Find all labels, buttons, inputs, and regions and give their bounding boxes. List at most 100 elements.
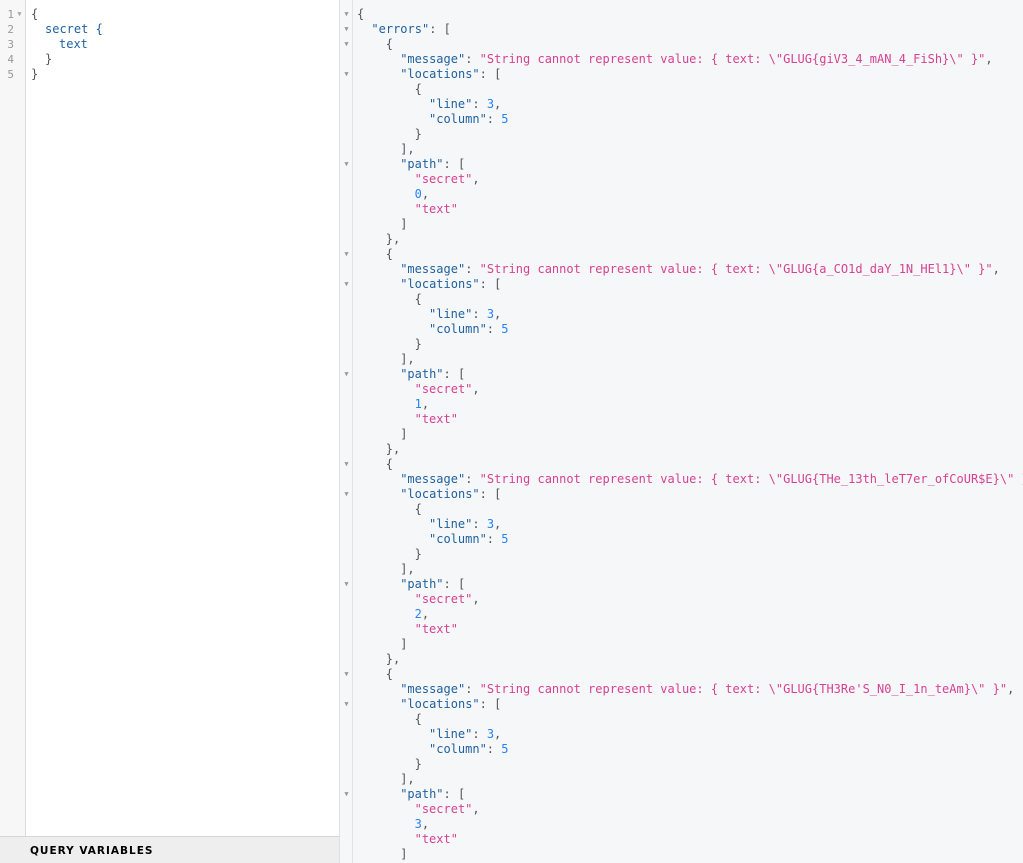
json-token: : [472, 517, 487, 531]
json-token: : [486, 112, 502, 126]
json-token: , [494, 727, 502, 741]
json-token: ] [400, 847, 408, 861]
json-line: "secret", [415, 802, 480, 817]
fold-arrow-icon[interactable]: ▼ [342, 67, 351, 82]
json-line: "column": 5 [429, 112, 508, 127]
fold-arrow-icon[interactable]: ▼ [342, 277, 351, 292]
json-key-locations: "locations" [400, 487, 480, 501]
query-line[interactable]: secret { [45, 22, 103, 37]
json-key-message: "message" [400, 52, 466, 66]
column-value: 5 [501, 322, 509, 336]
fold-arrow-icon[interactable]: ▼ [342, 487, 351, 502]
json-line: ] [400, 847, 407, 862]
json-token: }, [385, 652, 401, 666]
json-key-column: "column" [429, 532, 487, 546]
json-line: } [415, 127, 422, 142]
column-value: 5 [501, 742, 509, 756]
json-line: "line": 3, [429, 727, 501, 742]
json-key-path: "path" [400, 787, 444, 801]
query-editor[interactable]: 1 2 3 4 5 ▼ { secret { text } } QUERY VA… [0, 0, 340, 863]
line-number: 1 [7, 8, 14, 21]
line-value: 3 [486, 727, 495, 741]
json-key-locations: "locations" [400, 697, 480, 711]
json-token: ], [400, 562, 415, 576]
json-line: "line": 3, [429, 307, 501, 322]
line-number: 3 [7, 38, 14, 51]
path-value: "text" [414, 202, 458, 216]
json-token: { [385, 667, 394, 681]
json-token: , [421, 607, 430, 621]
json-line: ], [400, 142, 414, 157]
json-line: } [415, 757, 422, 772]
line-number: 4 [7, 53, 14, 66]
json-line: "errors": [ [371, 22, 450, 37]
json-token: { [385, 37, 394, 51]
json-line: "text" [415, 202, 458, 217]
fold-arrow-icon[interactable]: ▼ [342, 697, 351, 712]
json-token: ], [400, 772, 415, 786]
json-token: } [414, 757, 422, 771]
line-value: 3 [486, 307, 495, 321]
fold-arrow-icon[interactable]: ▼ [342, 37, 351, 52]
json-line: "path": [ [400, 787, 465, 802]
json-key-errors: "errors" [371, 22, 430, 36]
json-line: ], [400, 352, 414, 367]
query-line[interactable]: text [59, 37, 88, 52]
json-token: , [421, 817, 430, 831]
json-line: "path": [ [400, 577, 465, 592]
json-line: }, [386, 232, 400, 247]
json-token: : [472, 97, 487, 111]
json-token: : [472, 307, 487, 321]
json-token: , [472, 382, 480, 396]
query-line[interactable]: } [31, 67, 38, 82]
json-token: , [472, 592, 480, 606]
json-line: }, [386, 442, 400, 457]
json-line: "column": 5 [429, 742, 508, 757]
json-key-path: "path" [400, 577, 444, 591]
json-line: ], [400, 562, 414, 577]
fold-arrow-icon[interactable]: ▼ [342, 367, 351, 382]
json-token: { [385, 457, 394, 471]
query-variables-title[interactable]: QUERY VARIABLES [30, 845, 153, 857]
json-line: "line": 3, [429, 97, 501, 112]
json-token: , [992, 262, 1000, 276]
fold-arrow-icon[interactable]: ▼ [342, 667, 351, 682]
json-token: { [385, 247, 394, 261]
json-line: "path": [ [400, 157, 465, 172]
json-line: { [386, 667, 393, 682]
json-token: : [465, 262, 480, 276]
line-number: 2 [7, 23, 14, 36]
json-key-line: "line" [429, 517, 473, 531]
json-line: "locations": [ [400, 697, 501, 712]
column-value: 5 [501, 112, 509, 126]
fold-arrow-icon[interactable]: ▼ [342, 247, 351, 262]
fold-arrow-icon[interactable]: ▼ [342, 157, 351, 172]
query-line[interactable]: { [31, 7, 38, 22]
json-token: , [421, 397, 430, 411]
json-token: ], [400, 352, 415, 366]
line-value: 3 [486, 97, 495, 111]
json-line: { [415, 292, 422, 307]
fold-arrow-icon[interactable]: ▼ [342, 457, 351, 472]
fold-arrow-icon[interactable]: ▼ [342, 7, 351, 22]
json-line: "secret", [415, 592, 480, 607]
json-line: "column": 5 [429, 532, 508, 547]
json-token: } [414, 127, 422, 141]
fold-arrow-icon[interactable]: ▼ [342, 22, 351, 37]
json-key-locations: "locations" [400, 277, 480, 291]
query-variables-bar[interactable]: QUERY VARIABLES [0, 836, 339, 863]
json-token: : [ [443, 787, 466, 801]
json-token: , [494, 97, 502, 111]
json-line: }, [386, 652, 400, 667]
path-value: "secret" [414, 592, 473, 606]
fold-arrow-icon[interactable]: ▼ [15, 7, 24, 22]
json-key-line: "line" [429, 307, 473, 321]
json-token: ] [400, 427, 408, 441]
fold-arrow-icon[interactable]: ▼ [342, 577, 351, 592]
fold-arrow-icon[interactable]: ▼ [342, 787, 351, 802]
json-token: { [414, 82, 422, 96]
json-token: : [486, 742, 502, 756]
json-line: "locations": [ [400, 487, 501, 502]
query-line[interactable]: } [45, 52, 52, 67]
json-token: : [ [443, 157, 466, 171]
